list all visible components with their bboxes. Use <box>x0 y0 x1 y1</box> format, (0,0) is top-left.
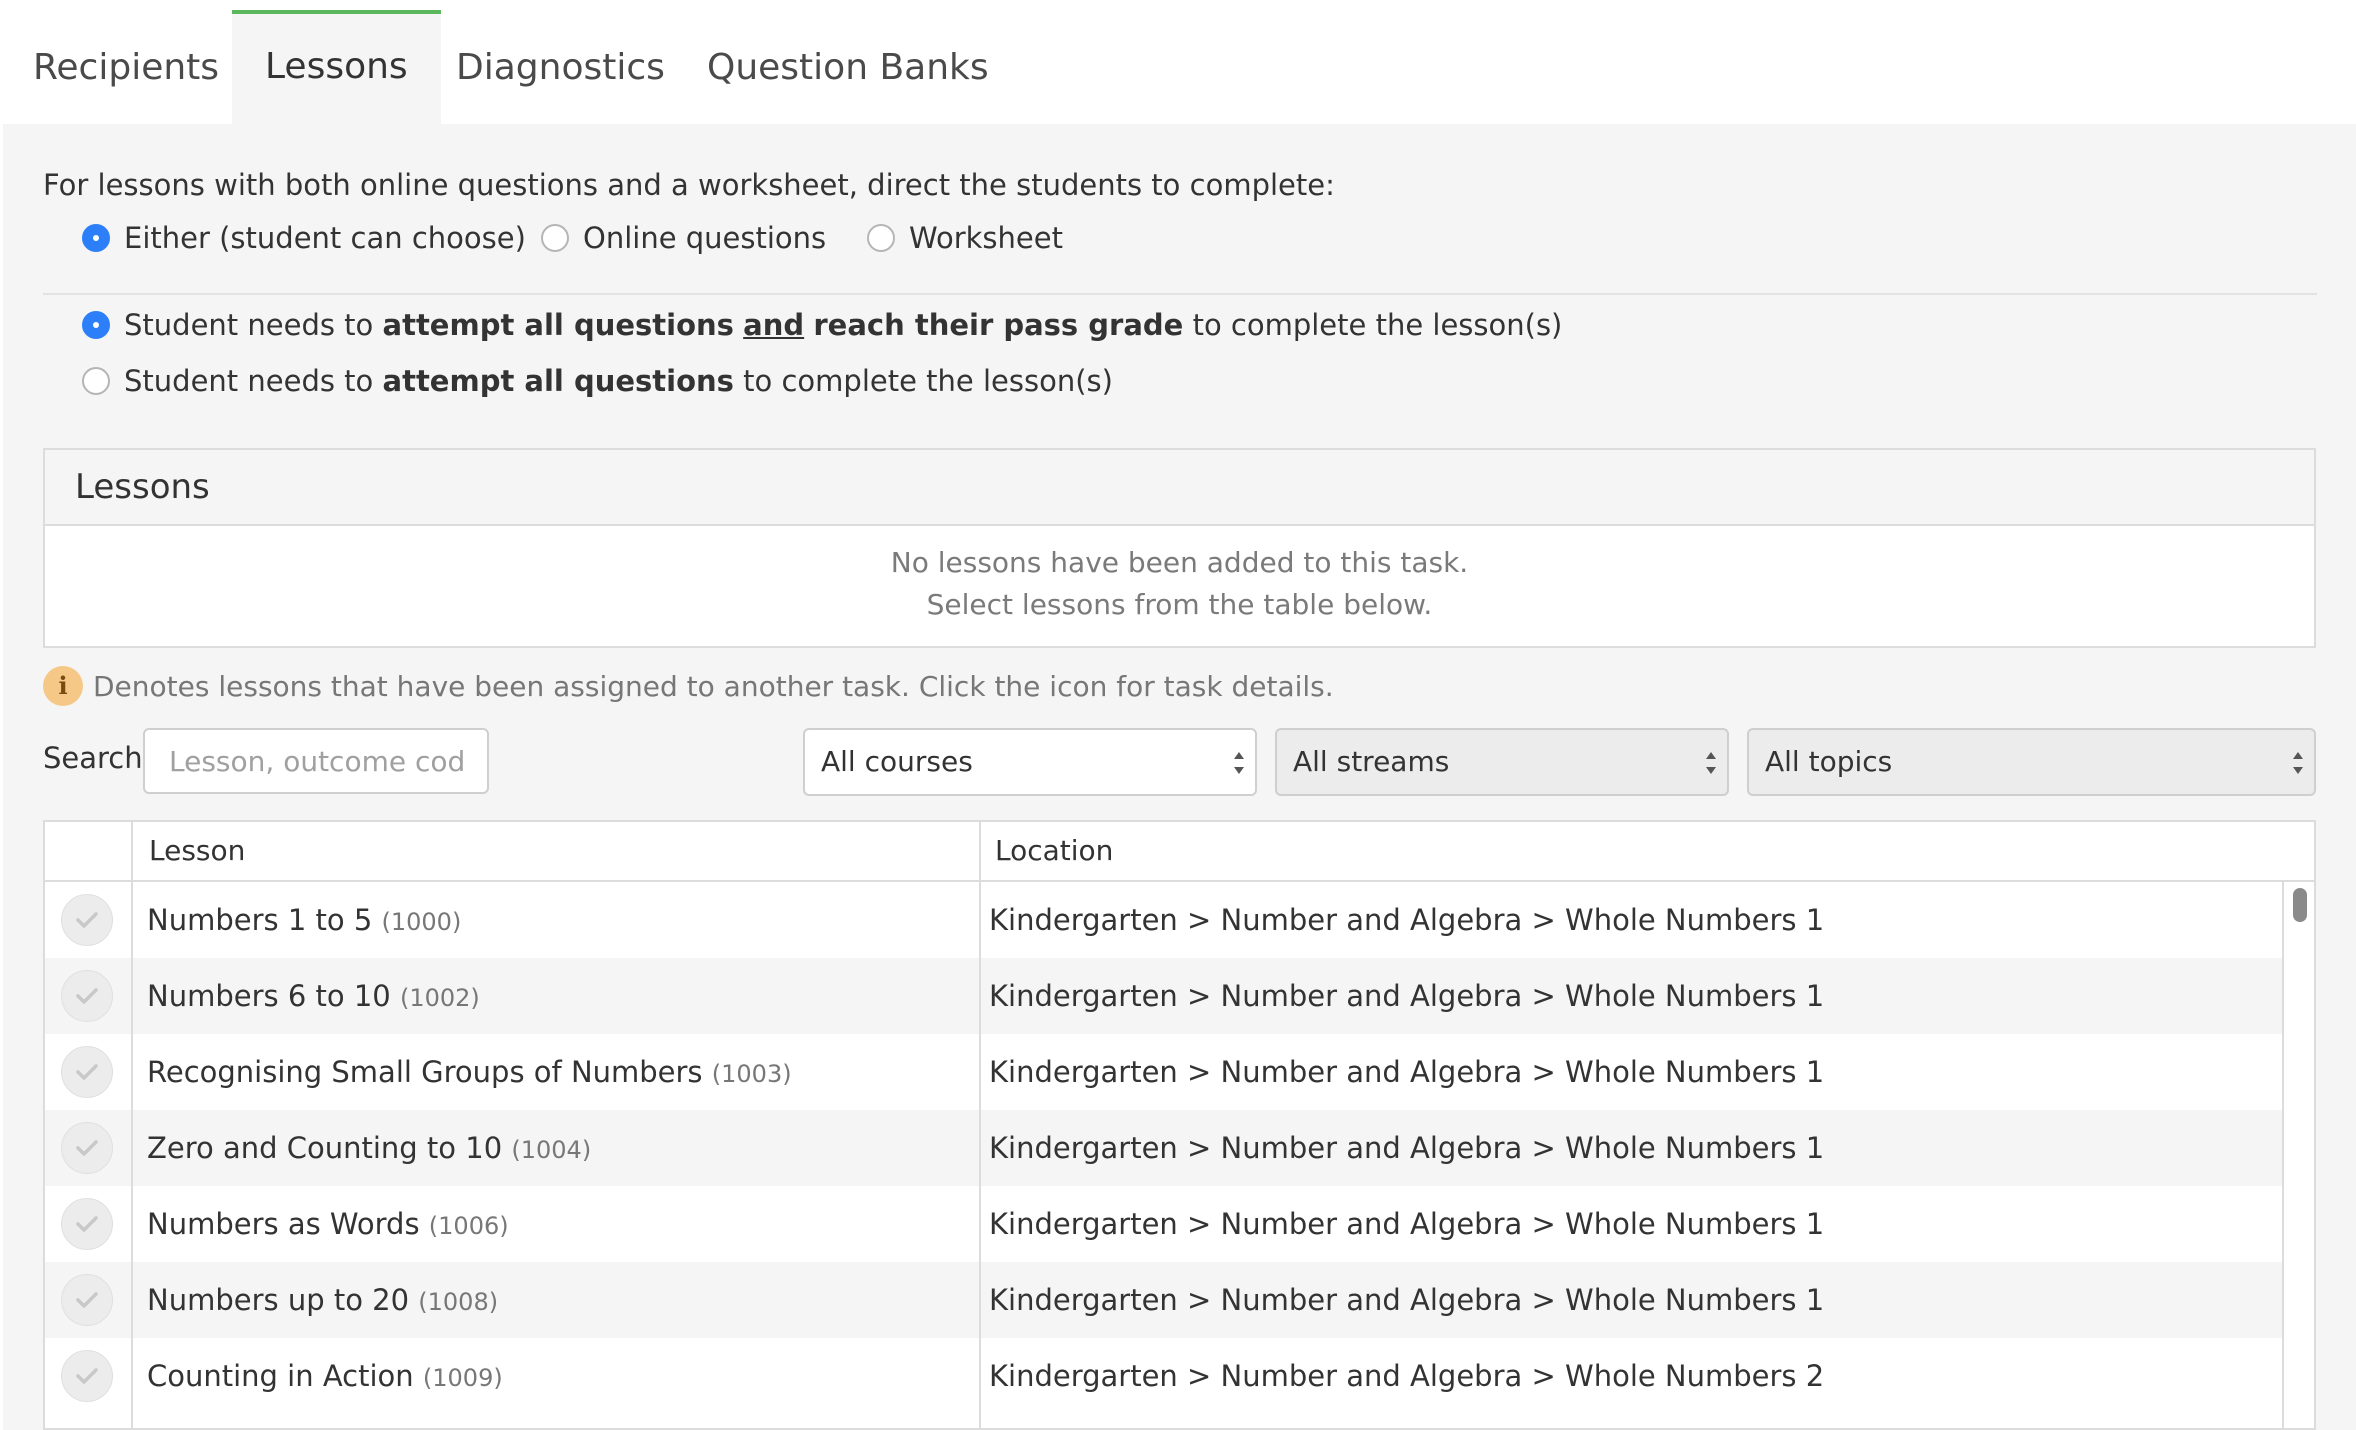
tab-lessons[interactable]: Lessons <box>232 10 441 124</box>
lesson-code: (1006) <box>428 1212 509 1240</box>
lesson-code: (1002) <box>399 984 480 1012</box>
tab-diagnostics[interactable]: Diagnostics <box>423 12 698 124</box>
info-icon[interactable]: i <box>43 666 83 706</box>
select-checkmark-icon[interactable] <box>61 1046 113 1098</box>
completion-intro: For lessons with both online questions a… <box>43 168 1335 202</box>
table-row[interactable]: Numbers 1 to 5 (1000) Kindergarten > Numb… <box>45 882 2283 958</box>
radio-online-indicator[interactable] <box>541 224 569 252</box>
lesson-cell: Numbers 6 to 10 (1002) <box>147 958 480 1036</box>
radio-worksheet[interactable]: Worksheet <box>867 221 1063 255</box>
lesson-name: Zero and Counting to 10 <box>147 1131 503 1165</box>
location-cell: Kindergarten > Number and Algebra > Whol… <box>989 1055 1825 1089</box>
lessons-table: Lesson Location Numbers 1 to 5 (1000) Kin… <box>43 820 2316 1430</box>
selected-lessons-empty: No lessons have been added to this task.… <box>890 546 1469 621</box>
radio-either-label: Either (student can choose) <box>124 221 526 255</box>
courses-select[interactable]: All courses <box>803 728 1257 796</box>
radio-pass-grade-label: Student needs to attempt all questions a… <box>124 308 1563 342</box>
lesson-name: Numbers up to 20 <box>147 1283 410 1317</box>
select-checkmark-icon[interactable] <box>61 1198 113 1250</box>
lesson-cell: Recognising Small Groups of Numbers (100… <box>147 1034 792 1112</box>
streams-select-value: All streams <box>1293 745 1450 778</box>
column-header-lesson[interactable]: Lesson <box>133 822 245 880</box>
lesson-cell: Counting in Action (1009) <box>147 1338 503 1416</box>
table-row[interactable]: Zero and Counting to 10 (1004) Kindergart… <box>45 1110 2283 1186</box>
lesson-name: Numbers 1 to 5 <box>147 903 373 937</box>
select-checkmark-icon[interactable] <box>61 894 113 946</box>
lesson-name: Numbers 6 to 10 <box>147 979 391 1013</box>
location-cell: Kindergarten > Number and Algebra > Whol… <box>989 1359 1825 1393</box>
location-cell: Kindergarten > Number and Algebra > Whol… <box>989 903 1825 937</box>
lesson-name: Recognising Small Groups of Numbers <box>147 1055 703 1089</box>
select-checkmark-icon[interactable] <box>61 1350 113 1402</box>
location-cell: Kindergarten > Number and Algebra > Whol… <box>989 979 1825 1013</box>
lesson-code: (1003) <box>711 1060 792 1088</box>
radio-pass-grade[interactable]: Student needs to attempt all questions a… <box>82 308 1562 342</box>
search-input[interactable] <box>143 728 489 794</box>
topics-select[interactable]: All topics <box>1747 728 2316 796</box>
lesson-code: (1009) <box>422 1364 503 1392</box>
location-cell: Kindergarten > Number and Algebra > Whol… <box>989 1131 1825 1165</box>
info-note-text: Denotes lessons that have been assigned … <box>93 669 1334 703</box>
table-row[interactable]: Numbers 6 to 10 (1002) Kindergarten > Num… <box>45 958 2283 1034</box>
table-header: Lesson Location <box>45 822 2314 882</box>
tab-question-banks[interactable]: Question Banks <box>674 12 1022 124</box>
topics-select-value: All topics <box>1765 745 1893 778</box>
tab-bar: Recipients Lessons Diagnostics Question … <box>0 0 2356 124</box>
table-row[interactable]: Recognising Small Groups of Numbers (100… <box>45 1034 2283 1110</box>
courses-select-value: All courses <box>821 745 973 778</box>
assigned-info-note: i Denotes lessons that have been assigne… <box>43 666 1334 706</box>
lesson-cell: Zero and Counting to 10 (1004) <box>147 1110 591 1188</box>
table-row[interactable]: Numbers as Words (1006) Kindergarten > Nu… <box>45 1186 2283 1262</box>
lesson-cell: Numbers up to 20 (1008) <box>147 1262 498 1340</box>
radio-worksheet-label: Worksheet <box>909 221 1063 255</box>
selected-lessons-title: Lessons <box>45 450 2314 526</box>
lesson-code: (1008) <box>418 1288 499 1316</box>
selected-lessons-box: Lessons No lessons have been added to th… <box>43 448 2316 648</box>
select-arrows-icon <box>2293 752 2303 774</box>
radio-either[interactable]: Either (student can choose) <box>82 221 526 255</box>
radio-attempt-all-label: Student needs to attempt all questions t… <box>124 364 1113 398</box>
lesson-cell: Numbers as Words (1006) <box>147 1186 509 1264</box>
select-arrows-icon <box>1234 752 1244 774</box>
table-scrollbar[interactable] <box>2282 882 2314 1428</box>
column-header-location[interactable]: Location <box>979 822 1113 880</box>
lesson-code: (1000) <box>381 908 462 936</box>
column-divider <box>979 822 981 1428</box>
lesson-code: (1004) <box>511 1136 592 1164</box>
radio-online-label: Online questions <box>583 221 827 255</box>
select-arrows-icon <box>1706 752 1716 774</box>
radio-attempt-all-indicator[interactable] <box>82 367 110 395</box>
tab-recipients[interactable]: Recipients <box>0 12 252 124</box>
table-row[interactable]: Numbers up to 20 (1008) Kindergarten > Nu… <box>45 1262 2283 1338</box>
radio-online-questions[interactable]: Online questions <box>541 221 826 255</box>
search-label: Search <box>43 741 143 775</box>
radio-pass-grade-indicator[interactable] <box>82 311 110 339</box>
location-cell: Kindergarten > Number and Algebra > Whol… <box>989 1207 1825 1241</box>
table-row[interactable]: Counting in Action (1009) Kindergarten > … <box>45 1338 2283 1414</box>
radio-attempt-all[interactable]: Student needs to attempt all questions t… <box>82 364 1113 398</box>
select-checkmark-icon[interactable] <box>61 1122 113 1174</box>
lesson-cell: Numbers 1 to 5 (1000) <box>147 882 461 960</box>
streams-select[interactable]: All streams <box>1275 728 1729 796</box>
section-divider <box>43 293 2317 295</box>
location-cell: Kindergarten > Number and Algebra > Whol… <box>989 1283 1825 1317</box>
radio-either-indicator[interactable] <box>82 224 110 252</box>
select-checkmark-icon[interactable] <box>61 1274 113 1326</box>
scrollbar-thumb[interactable] <box>2293 888 2307 922</box>
column-divider <box>131 822 133 1428</box>
lesson-name: Numbers as Words <box>147 1207 420 1241</box>
select-checkmark-icon[interactable] <box>61 970 113 1022</box>
lesson-name: Counting in Action <box>147 1359 414 1393</box>
radio-worksheet-indicator[interactable] <box>867 224 895 252</box>
